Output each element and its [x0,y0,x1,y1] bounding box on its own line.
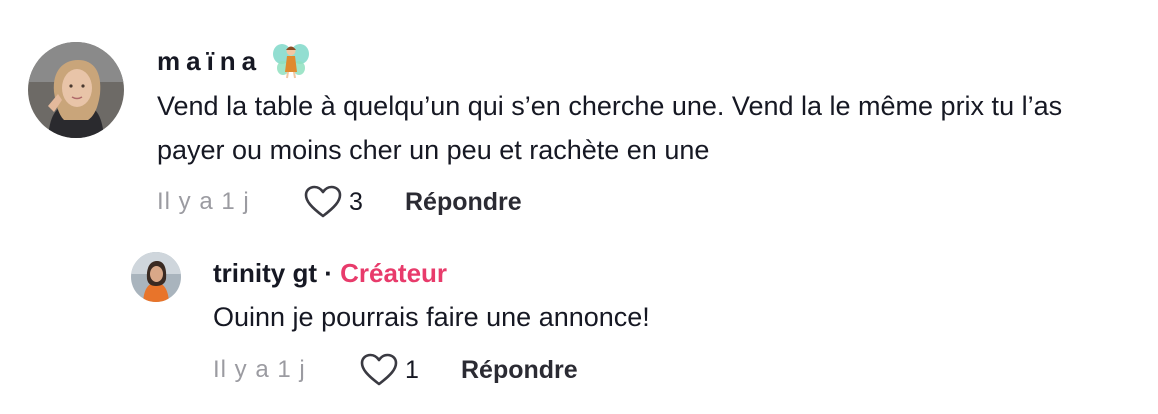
timestamp: Il y a 1 j [213,356,306,383]
heart-icon[interactable] [303,184,343,220]
comment-actions: Il y a 1 j 3 Répondre [157,182,522,222]
reply-text: Ouinn je pourrais faire une annonce! [213,302,650,332]
like-button[interactable]: 3 [303,184,405,220]
like-count: 3 [349,187,363,216]
timestamp: Il y a 1 j [157,188,250,215]
separator: · [317,258,341,288]
like-button[interactable]: 1 [359,352,461,388]
avatar[interactable] [28,42,124,138]
creator-badge: Créateur [340,258,448,288]
reply-actions: Il y a 1 j 1 Répondre [213,350,578,390]
comment-text: Vend la table à quelqu’un qui s’en cherc… [157,91,1063,165]
heart-icon[interactable] [359,352,399,388]
comment-thread: maïna Vend la table à quelqu’un qui s’en… [0,0,1158,414]
reply-header: trinity gt · Créateur [213,258,447,289]
reply-button[interactable]: Répondre [461,356,578,385]
like-count: 1 [405,355,419,384]
reply-button[interactable]: Répondre [405,188,522,217]
reply-username[interactable]: trinity gt [213,258,317,288]
fairy-icon [273,44,309,79]
comment-username[interactable]: maïna [157,46,262,77]
avatar[interactable] [131,252,181,302]
